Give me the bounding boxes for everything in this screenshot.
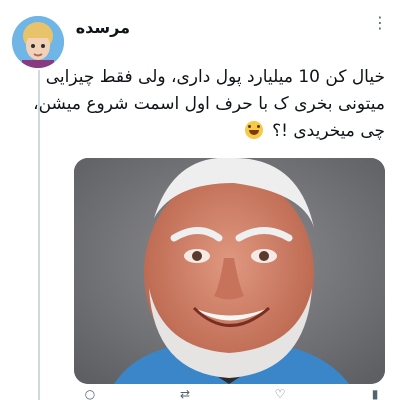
author-display-name[interactable]: مرسده — [76, 18, 130, 37]
views-icon[interactable]: ▮ — [365, 388, 385, 400]
tweet-text: خیال کن 10 میلیارد پول داری، ولی فقط چیز… — [33, 64, 385, 145]
tweet-text-line-3: چی میخریدی !؟ — [80, 118, 385, 145]
tweet-text-line-1: خیال کن 10 میلیارد پول داری، ولی فقط چیز… — [45, 67, 385, 87]
thread-line — [38, 70, 40, 400]
tweet-text-line-2: میتونی بخری ک با حرف اول اسمت شروع میشن، — [33, 94, 385, 114]
tweet-action-bar: ○ ⇄ ♡ ▮ — [80, 388, 385, 400]
grinning-sweat-face-emoji-icon — [244, 121, 263, 139]
reply-icon[interactable]: ○ — [80, 388, 100, 400]
avatar-image — [12, 16, 64, 68]
tweet-media-image[interactable] — [74, 158, 385, 384]
retweet-icon[interactable]: ⇄ — [175, 388, 195, 400]
avatar[interactable] — [12, 16, 64, 68]
tweet-text-line-3-text: چی میخریدی !؟ — [272, 121, 385, 141]
more-vertical-icon[interactable]: ⋮ — [372, 14, 388, 34]
photo-elderly-man-smiling — [74, 158, 385, 384]
like-icon[interactable]: ♡ — [270, 388, 290, 400]
